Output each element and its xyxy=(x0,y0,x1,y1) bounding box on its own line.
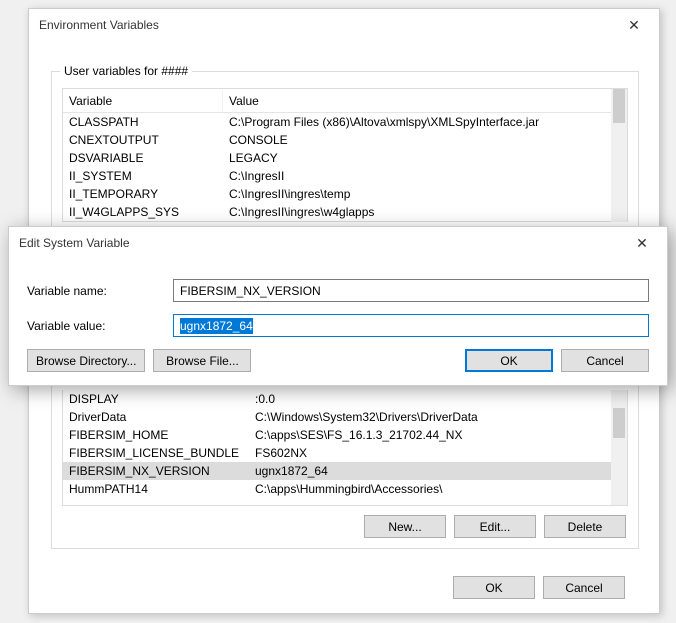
cell-variable: DSVARIABLE xyxy=(63,150,223,166)
table-row[interactable]: HummPATH14C:\apps\Hummingbird\Accessorie… xyxy=(63,480,627,498)
scroll-thumb[interactable] xyxy=(613,89,625,123)
table-row[interactable]: CLASSPATHC:\Program Files (x86)\Altova\x… xyxy=(63,113,627,131)
new-button[interactable]: New... xyxy=(364,515,446,538)
table-row[interactable]: FIBERSIM_HOMEC:\apps\SES\FS_16.1.3_21702… xyxy=(63,426,627,444)
table-row[interactable]: II_TEMPORARYC:\IngresII\ingres\temp xyxy=(63,185,627,203)
delete-button[interactable]: Delete xyxy=(544,515,626,538)
sys-scrollbar[interactable] xyxy=(611,390,627,505)
cell-variable: FIBERSIM_HOME xyxy=(63,427,249,443)
cell-value: C:\apps\SES\FS_16.1.3_21702.44_NX xyxy=(249,427,627,443)
env-bottom-buttons: OK Cancel xyxy=(453,576,625,599)
cell-variable: CNEXTOUTPUT xyxy=(63,132,223,148)
cell-value: C:\IngresII\ingres\w4glapps xyxy=(223,204,627,220)
ok-button[interactable]: OK xyxy=(465,349,553,372)
table-row[interactable]: FIBERSIM_NX_VERSIONugnx1872_64 xyxy=(63,462,627,480)
cell-value: LEGACY xyxy=(223,150,627,166)
cell-value: C:\apps\Hummingbird\Accessories\ xyxy=(249,481,627,497)
cell-value: C:\Program Files (x86)\Altova\xmlspy\XML… xyxy=(223,114,627,130)
close-icon[interactable]: ✕ xyxy=(619,17,649,34)
table-row[interactable]: II_W4GLAPPS_SYSC:\IngresII\ingres\w4glap… xyxy=(63,203,627,221)
variable-value-label: Variable value: xyxy=(27,319,173,333)
cancel-button[interactable]: Cancel xyxy=(561,349,649,372)
table-row[interactable]: FIBERSIM_LICENSE_BUNDLEFS602NX xyxy=(63,444,627,462)
cell-variable: DriverData xyxy=(63,409,249,425)
cell-variable: HummPATH14 xyxy=(63,481,249,497)
cell-value: C:\Windows\System32\Drivers\DriverData xyxy=(249,409,627,425)
cell-variable: II_SYSTEM xyxy=(63,168,223,184)
cell-value: :0.0 xyxy=(249,391,627,407)
cell-value: ugnx1872_64 xyxy=(249,463,627,479)
col-header-value[interactable]: Value xyxy=(223,90,627,112)
col-header-variable[interactable]: Variable xyxy=(63,90,223,112)
scroll-thumb[interactable] xyxy=(613,408,625,438)
user-group-label: User variables for #### xyxy=(60,64,192,78)
cell-value: CONSOLE xyxy=(223,132,627,148)
system-variables-table[interactable]: DISPLAY:0.0DriverDataC:\Windows\System32… xyxy=(62,390,628,506)
variable-value-input[interactable]: ugnx1872_64 xyxy=(173,314,649,337)
table-header: Variable Value xyxy=(63,89,627,113)
edit-title: Edit System Variable xyxy=(19,236,130,250)
env-titlebar: Environment Variables ✕ xyxy=(29,9,659,41)
edit-system-variable-dialog: Edit System Variable ✕ Variable name: Va… xyxy=(8,226,668,386)
cell-value: C:\IngresII\ingres\temp xyxy=(223,186,627,202)
variable-value-text: ugnx1872_64 xyxy=(180,318,253,334)
table-row[interactable]: II_SYSTEMC:\IngresII xyxy=(63,167,627,185)
table-row[interactable]: DSVARIABLELEGACY xyxy=(63,149,627,167)
ok-button[interactable]: OK xyxy=(453,576,535,599)
table-row[interactable]: CNEXTOUTPUTCONSOLE xyxy=(63,131,627,149)
cell-value: C:\IngresII xyxy=(223,168,627,184)
user-scrollbar[interactable] xyxy=(611,89,627,222)
close-icon[interactable]: ✕ xyxy=(627,235,657,252)
cell-variable: FIBERSIM_NX_VERSION xyxy=(63,463,249,479)
table-row[interactable]: DriverDataC:\Windows\System32\Drivers\Dr… xyxy=(63,408,627,426)
browse-directory-button[interactable]: Browse Directory... xyxy=(27,349,145,372)
cell-variable: DISPLAY xyxy=(63,391,249,407)
cell-variable: CLASSPATH xyxy=(63,114,223,130)
cell-variable: II_TEMPORARY xyxy=(63,186,223,202)
edit-button[interactable]: Edit... xyxy=(454,515,536,538)
variable-name-label: Variable name: xyxy=(27,284,173,298)
cell-variable: II_W4GLAPPS_SYS xyxy=(63,204,223,220)
cell-value: FS602NX xyxy=(249,445,627,461)
variable-name-input[interactable] xyxy=(173,279,649,302)
user-variables-table[interactable]: Variable Value CLASSPATHC:\Program Files… xyxy=(62,88,628,222)
env-title: Environment Variables xyxy=(39,18,159,32)
cancel-button[interactable]: Cancel xyxy=(543,576,625,599)
edit-titlebar: Edit System Variable ✕ xyxy=(9,227,667,259)
browse-file-button[interactable]: Browse File... xyxy=(153,349,251,372)
cell-variable: FIBERSIM_LICENSE_BUNDLE xyxy=(63,445,249,461)
sys-buttons: New... Edit... Delete xyxy=(364,515,626,538)
table-row[interactable]: DISPLAY:0.0 xyxy=(63,390,627,408)
